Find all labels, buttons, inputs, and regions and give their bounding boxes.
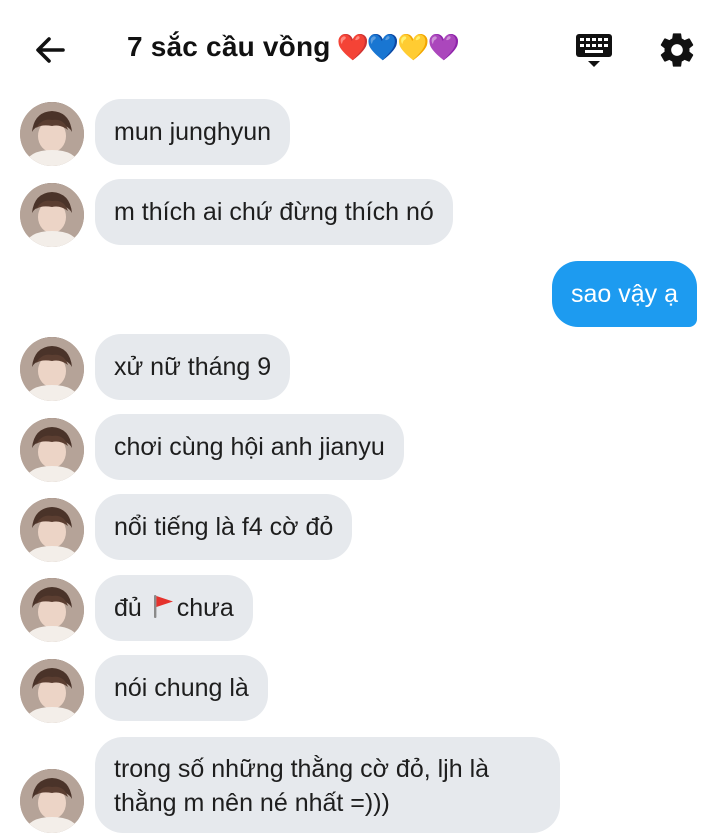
sender-avatar[interactable] xyxy=(20,418,84,482)
message-bubble-received[interactable]: m thích ai chứ đừng thích nó xyxy=(95,179,453,245)
sender-avatar[interactable] xyxy=(20,769,84,833)
sender-avatar[interactable] xyxy=(20,183,84,247)
sender-avatar[interactable] xyxy=(20,659,84,723)
settings-button[interactable] xyxy=(657,30,697,70)
message-bubble-received[interactable]: đủ chưa xyxy=(95,575,253,641)
message-text: mun junghyun xyxy=(114,118,272,146)
sender-avatar[interactable] xyxy=(20,578,84,642)
message-text: sao vậy ạ xyxy=(571,280,679,308)
message-bubble-received[interactable]: trong số những thằng cờ đỏ, ljh là thằng… xyxy=(95,737,560,833)
message-bubble-sent[interactable]: sao vậy ạ xyxy=(552,261,698,327)
message-bubble-received[interactable]: chơi cùng hội anh jianyu xyxy=(95,414,404,480)
avatar-photo xyxy=(20,659,84,723)
gear-icon xyxy=(660,33,694,67)
message-bubble-received[interactable]: mun junghyun xyxy=(95,99,291,165)
message-text-line: thằng m nên né nhất =))) xyxy=(114,789,390,817)
message-text-line: trong số những thằng cờ đỏ, ljh là xyxy=(114,755,490,783)
sender-avatar[interactable] xyxy=(20,102,84,166)
chat-header: 7 sắc cầu vồng ❤️💙💛💜 xyxy=(0,0,720,96)
sender-avatar[interactable] xyxy=(20,337,84,401)
keyboard-icon xyxy=(576,34,612,67)
back-button[interactable] xyxy=(30,30,70,70)
avatar-photo xyxy=(20,102,84,166)
sender-avatar[interactable] xyxy=(20,498,84,562)
message-text: chơi cùng hội anh jianyu xyxy=(114,433,385,461)
conversation-title: 7 sắc cầu vồng ❤️💙💛💜 xyxy=(127,31,460,63)
message-text: nói chung là xyxy=(114,674,249,702)
avatar-photo xyxy=(20,337,84,401)
avatar-photo xyxy=(20,498,84,562)
message-bubble-received[interactable]: xử nữ tháng 9 xyxy=(95,334,291,400)
message-text: xử nữ tháng 9 xyxy=(114,353,272,381)
message-text-before-flag: đủ xyxy=(114,594,142,622)
message-text: nổi tiếng là f4 cờ đỏ xyxy=(114,513,334,541)
avatar-photo xyxy=(20,183,84,247)
avatar-photo xyxy=(20,418,84,482)
message-text-after-flag: chưa xyxy=(176,594,234,622)
conversation-title-text: 7 sắc cầu vồng xyxy=(127,31,331,62)
message-text: m thích ai chứ đừng thích nó xyxy=(114,198,434,226)
message-bubble-received[interactable]: nổi tiếng là f4 cờ đỏ xyxy=(95,494,353,560)
arrow-left-icon xyxy=(36,37,65,63)
avatar-photo xyxy=(20,578,84,642)
keyboard-button[interactable] xyxy=(574,30,614,70)
avatar-photo xyxy=(20,769,84,833)
message-bubble-received[interactable]: nói chung là xyxy=(95,655,268,721)
red-flag-icon xyxy=(151,578,175,644)
title-emoji: ❤️💙💛💜 xyxy=(336,33,460,63)
